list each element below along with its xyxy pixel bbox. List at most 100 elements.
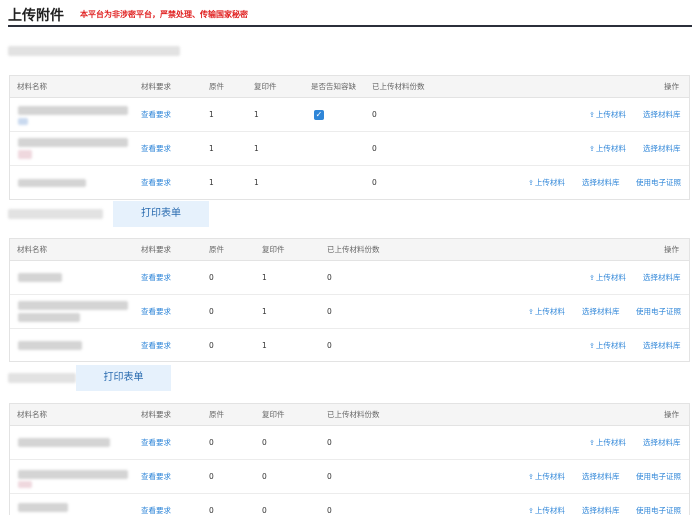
notify-checkbox[interactable]: ✓ <box>314 110 324 120</box>
col-orig: 原件 <box>209 410 224 419</box>
col-uploaded: 已上传材料份数 <box>327 410 380 419</box>
upload-icon: ⇪ <box>528 308 534 316</box>
uploaded-count: 0 <box>327 307 332 316</box>
col-copy: 复印件 <box>254 82 277 91</box>
uploaded-count: 0 <box>372 110 377 119</box>
section-3-title <box>8 373 76 383</box>
col-uploaded: 已上传材料份数 <box>327 245 380 254</box>
table-header: 材料名称 材料要求 原件 复印件 已上传材料份数 操作 <box>10 404 689 426</box>
material-name <box>18 341 82 350</box>
upload-material-button[interactable]: ⇪上传材料 <box>589 329 626 363</box>
original-count: 0 <box>209 341 214 350</box>
upload-icon: ⇪ <box>589 111 595 119</box>
select-library-button[interactable]: 选择材料库 <box>643 98 681 132</box>
view-requirements-link[interactable]: 查看要求 <box>141 329 171 363</box>
material-name-line2 <box>18 118 28 125</box>
table-header: 材料名称 材料要求 原件 复印件 已上传材料份数 操作 <box>10 239 689 261</box>
col-ops: 操作 <box>664 82 679 91</box>
e-certificate-button[interactable]: 使用电子证照 <box>636 460 681 494</box>
original-count: 1 <box>209 178 214 187</box>
upload-material-button[interactable]: ⇪上传材料 <box>528 166 565 200</box>
upload-icon: ⇪ <box>589 439 595 447</box>
upload-material-button[interactable]: ⇪上传材料 <box>528 494 565 515</box>
view-requirements-link[interactable]: 查看要求 <box>141 132 171 166</box>
col-req: 材料要求 <box>141 82 171 91</box>
e-certificate-button[interactable]: 使用电子证照 <box>636 494 681 515</box>
col-ops: 操作 <box>664 410 679 419</box>
select-library-button[interactable]: 选择材料库 <box>643 426 681 460</box>
e-certificate-button[interactable]: 使用电子证照 <box>636 295 681 329</box>
print-form-button[interactable]: 打印表单 <box>76 365 171 391</box>
material-name <box>18 503 68 512</box>
uploaded-count: 0 <box>327 341 332 350</box>
col-copy: 复印件 <box>262 410 285 419</box>
copy-count: 0 <box>262 472 267 481</box>
original-count: 0 <box>209 273 214 282</box>
select-library-button[interactable]: 选择材料库 <box>582 494 620 515</box>
copy-count: 1 <box>254 110 259 119</box>
upload-icon: ⇪ <box>528 473 534 481</box>
view-requirements-link[interactable]: 查看要求 <box>141 166 171 200</box>
upload-icon: ⇪ <box>589 274 595 282</box>
copy-count: 1 <box>262 341 267 350</box>
table-row: 查看要求 0 0 0 ⇪上传材料 选择材料库 使用电子证照 <box>10 460 689 494</box>
view-requirements-link[interactable]: 查看要求 <box>141 426 171 460</box>
select-library-button[interactable]: 选择材料库 <box>582 295 620 329</box>
upload-label: 上传材料 <box>595 110 626 119</box>
select-library-button[interactable]: 选择材料库 <box>582 166 620 200</box>
original-count: 0 <box>209 438 214 447</box>
e-certificate-button[interactable]: 使用电子证照 <box>636 166 681 200</box>
select-library-button[interactable]: 选择材料库 <box>582 460 620 494</box>
table-row: 查看要求 0 1 0 ⇪上传材料 选择材料库 <box>10 329 689 363</box>
copy-count: 1 <box>254 178 259 187</box>
table-header: 材料名称 材料要求 原件 复印件 是否告知容缺 已上传材料份数 操作 <box>10 76 689 98</box>
copy-count: 1 <box>262 273 267 282</box>
table-row: 查看要求 0 0 0 ⇪上传材料 选择材料库 <box>10 426 689 460</box>
upload-material-button[interactable]: ⇪上传材料 <box>528 295 565 329</box>
upload-material-button[interactable]: ⇪上传材料 <box>589 132 626 166</box>
material-name <box>18 470 128 479</box>
view-requirements-link[interactable]: 查看要求 <box>141 494 171 515</box>
view-requirements-link[interactable]: 查看要求 <box>141 460 171 494</box>
upload-material-button[interactable]: ⇪上传材料 <box>589 98 626 132</box>
uploaded-count: 0 <box>327 506 332 515</box>
upload-icon: ⇪ <box>589 145 595 153</box>
select-library-button[interactable]: 选择材料库 <box>643 329 681 363</box>
original-count: 0 <box>209 506 214 515</box>
view-requirements-link[interactable]: 查看要求 <box>141 98 171 132</box>
upload-label: 上传材料 <box>534 472 565 481</box>
security-warning: 本平台为非涉密平台，严禁处理、传输国家秘密 <box>80 10 248 19</box>
view-requirements-link[interactable]: 查看要求 <box>141 261 171 295</box>
uploaded-count: 0 <box>327 438 332 447</box>
uploaded-count: 0 <box>327 472 332 481</box>
upload-label: 上传材料 <box>595 144 626 153</box>
view-requirements-link[interactable]: 查看要求 <box>141 295 171 329</box>
print-form-button[interactable]: 打印表单 <box>113 201 209 227</box>
col-name: 材料名称 <box>17 245 47 254</box>
upload-label: 上传材料 <box>595 273 626 282</box>
table-row: 查看要求 0 1 0 ⇪上传材料 选择材料库 使用电子证照 <box>10 295 689 329</box>
material-name <box>18 273 62 282</box>
material-name-line2 <box>18 313 80 322</box>
original-count: 1 <box>209 110 214 119</box>
upload-material-button[interactable]: ⇪上传材料 <box>589 261 626 295</box>
upload-label: 上传材料 <box>595 341 626 350</box>
original-count: 0 <box>209 472 214 481</box>
material-name-line2 <box>18 150 32 159</box>
col-name: 材料名称 <box>17 82 47 91</box>
material-name <box>18 301 128 310</box>
check-icon: ✓ <box>315 110 323 119</box>
material-name <box>18 138 128 147</box>
col-notify: 是否告知容缺 <box>311 82 356 91</box>
select-library-button[interactable]: 选择材料库 <box>643 132 681 166</box>
select-library-button[interactable]: 选择材料库 <box>643 261 681 295</box>
upload-label: 上传材料 <box>534 506 565 515</box>
original-count: 1 <box>209 144 214 153</box>
upload-label: 上传材料 <box>534 307 565 316</box>
materials-table-2: 材料名称 材料要求 原件 复印件 已上传材料份数 操作 查看要求 0 1 0 ⇪… <box>9 238 690 362</box>
upload-material-button[interactable]: ⇪上传材料 <box>589 426 626 460</box>
section-1-title <box>8 46 180 56</box>
section-2-title <box>8 209 103 219</box>
upload-material-button[interactable]: ⇪上传材料 <box>528 460 565 494</box>
col-uploaded: 已上传材料份数 <box>372 82 425 91</box>
